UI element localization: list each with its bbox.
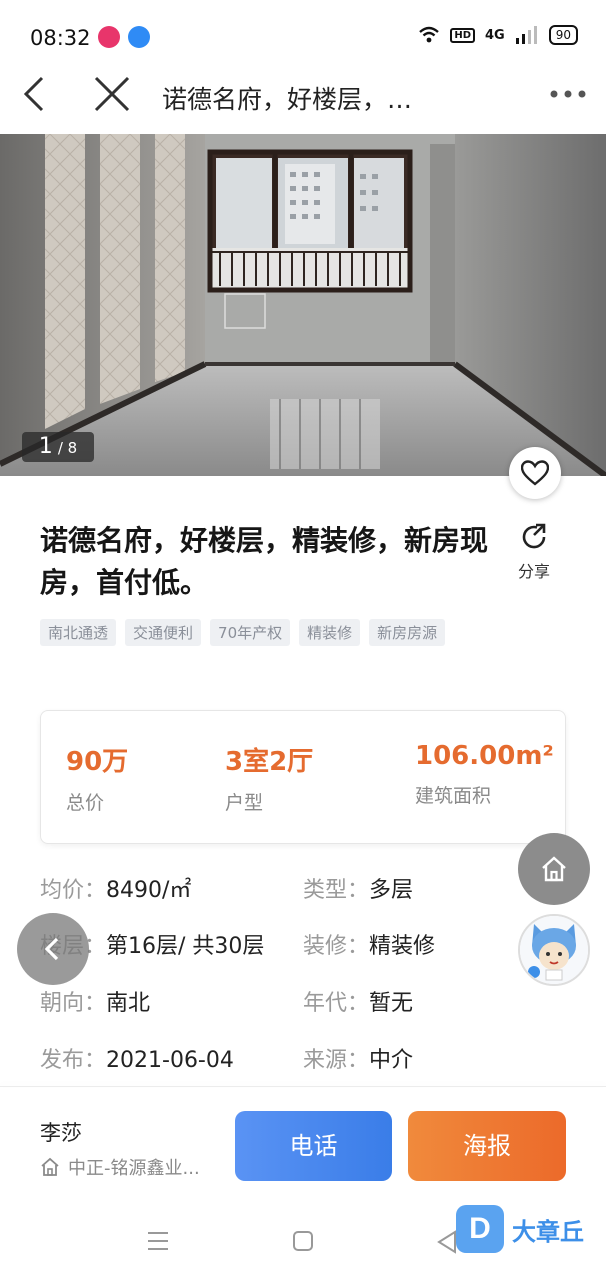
stat-label: 总价 — [66, 792, 105, 814]
top-nav-bar: 诺德名府，好楼层，… — [0, 70, 606, 134]
call-button[interactable]: 电话 — [235, 1111, 392, 1181]
share-label: 分享 — [517, 562, 550, 581]
stat-layout: 3室2厅 户型 — [225, 741, 313, 815]
detail-value: 南北 — [106, 991, 151, 1016]
tag: 70年产权 — [210, 619, 291, 646]
wifi-icon — [419, 26, 440, 43]
status-time: 08:32 — [30, 26, 91, 50]
detail-value: 多层 — [369, 878, 414, 903]
listing-headline: 诺德名府，好楼层，精装修，新房现房，首付低。 — [40, 524, 489, 599]
detail-value: 暂无 — [369, 991, 414, 1016]
photo-counter: 1 / 8 — [22, 432, 94, 462]
stat-area: 106.00m² 建筑面积 — [415, 741, 554, 808]
photo-current-index: 1 — [38, 434, 53, 459]
detail-key: 发布： — [40, 1048, 107, 1073]
app-brand-watermark: D 大章丘 — [456, 1205, 584, 1253]
battery-indicator: 90 — [548, 25, 578, 45]
detail-key: 来源： — [303, 1048, 370, 1073]
photo-total: / 8 — [57, 439, 78, 457]
feature-tags: 南北通透 交通便利 70年产权 精装修 新房房源 — [40, 619, 510, 646]
room-photo-image — [0, 134, 606, 476]
favorite-button[interactable] — [509, 447, 561, 499]
recents-icon[interactable] — [146, 1230, 170, 1252]
chevron-left-icon — [44, 937, 59, 961]
detail-key: 年代： — [303, 991, 370, 1016]
status-indicators: HD 4G 90 — [418, 25, 578, 45]
detail-key: 装修： — [303, 934, 370, 959]
tag: 新房房源 — [369, 619, 446, 646]
detail-published: 发布：2021-06-04 — [40, 1042, 234, 1074]
previous-button[interactable] — [17, 913, 89, 985]
agent-name: 李莎 — [40, 1121, 82, 1145]
home-icon — [542, 856, 566, 882]
detail-unit-price: 均价：8490/㎡ — [40, 872, 191, 904]
signal-icon — [515, 26, 537, 44]
share-icon — [522, 523, 546, 549]
agent-company: 中正-铭源鑫业... — [40, 1154, 200, 1180]
notification-send-icon — [128, 26, 150, 48]
heart-icon — [521, 460, 549, 486]
detail-value: 第16层/ 共30层 — [106, 934, 265, 959]
close-icon[interactable] — [90, 72, 134, 116]
stat-label: 户型 — [225, 792, 264, 814]
stat-value: 90万 — [66, 747, 129, 777]
notification-app-icon — [98, 26, 120, 48]
stat-label: 建筑面积 — [415, 785, 492, 807]
detail-year: 年代：暂无 — [303, 985, 413, 1017]
tag: 精装修 — [299, 619, 361, 646]
detail-key: 均价： — [40, 878, 107, 903]
detail-key: 类型： — [303, 878, 370, 903]
home-outline-icon — [41, 1157, 59, 1176]
bottom-bar-divider — [0, 1086, 606, 1087]
poster-button[interactable]: 海报 — [408, 1111, 566, 1181]
back-system-icon[interactable] — [436, 1230, 458, 1254]
tag: 交通便利 — [125, 619, 202, 646]
brand-name: 大章丘 — [512, 1217, 584, 1246]
back-arrow-icon[interactable] — [18, 72, 62, 116]
more-options-icon[interactable] — [548, 82, 588, 106]
share-button[interactable]: 分享 — [510, 522, 558, 582]
status-bar: 08:32 HD 4G 90 — [0, 0, 606, 70]
listing-photo[interactable] — [0, 134, 606, 476]
detail-value: 8490/㎡ — [106, 878, 192, 903]
hd-voice-icon: HD — [450, 27, 475, 43]
stat-value: 106.00m² — [415, 741, 554, 771]
mascot-avatar-button[interactable] — [518, 914, 590, 986]
detail-value: 精装修 — [369, 934, 436, 959]
stat-total-price: 90万 总价 — [66, 741, 128, 815]
detail-orientation: 朝向：南北 — [40, 985, 150, 1017]
tag: 南北通透 — [40, 619, 117, 646]
brand-logo-icon: D — [456, 1205, 504, 1253]
home-button[interactable] — [518, 833, 590, 905]
network-type: 4G — [485, 27, 505, 43]
detail-value: 中介 — [369, 1048, 414, 1073]
detail-type: 类型：多层 — [303, 872, 413, 904]
detail-value: 2021-06-04 — [106, 1048, 234, 1073]
detail-source: 来源：中介 — [303, 1042, 413, 1074]
key-stats-card: 90万 总价 3室2厅 户型 106.00m² 建筑面积 — [40, 710, 566, 844]
detail-key: 朝向： — [40, 991, 107, 1016]
detail-decoration: 装修：精装修 — [303, 928, 435, 960]
home-system-icon[interactable] — [292, 1230, 314, 1252]
stat-value: 3室2厅 — [225, 747, 314, 777]
agent-company-label: 中正-铭源鑫业... — [68, 1158, 200, 1179]
page-title: 诺德名府，好楼层，… — [162, 85, 413, 114]
mascot-icon — [520, 916, 588, 984]
